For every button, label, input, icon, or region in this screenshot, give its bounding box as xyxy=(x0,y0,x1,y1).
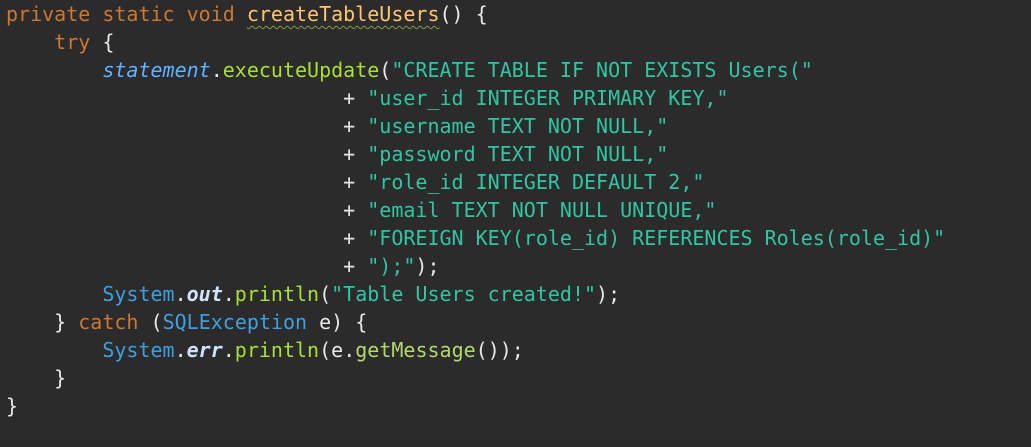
close-call: ); xyxy=(596,282,621,306)
code-editor[interactable]: private static void createTableUsers() {… xyxy=(0,0,1031,447)
code-line-10: + ");"); xyxy=(6,252,945,280)
execute-update-call: executeUpdate xyxy=(222,58,380,82)
catch-end: ) { xyxy=(331,310,368,334)
sql-string: "CREATE TABLE IF NOT EXISTS Users(" xyxy=(391,58,813,82)
sql-string: ");" xyxy=(367,254,416,278)
brace-close: } xyxy=(54,366,67,390)
code-line-14: } xyxy=(6,364,945,392)
sql-string: "password TEXT NOT NULL," xyxy=(367,142,669,166)
sql-string: "email TEXT NOT NULL UNIQUE," xyxy=(367,198,717,222)
code-line-8: + "email TEXT NOT NULL UNIQUE," xyxy=(6,196,945,224)
concat-operator: + xyxy=(343,114,356,138)
code-line-15: } xyxy=(6,392,945,420)
brace-close: } xyxy=(54,310,67,334)
system-class: System xyxy=(102,282,175,306)
method-modifiers: private static void xyxy=(6,2,235,26)
code-line-2: try { xyxy=(6,28,945,56)
exception-class: SQLException xyxy=(162,310,308,334)
exception-var: e xyxy=(331,338,344,362)
brace-close: } xyxy=(6,394,19,418)
concat-operator: + xyxy=(343,170,356,194)
code-line-5: + "username TEXT NOT NULL," xyxy=(6,112,945,140)
code-line-12: } catch (SQLException e) { xyxy=(54,310,368,334)
code-block[interactable]: private static void createTableUsers() {… xyxy=(6,0,945,420)
code-line-11: System.out.println("Table Users created!… xyxy=(102,282,621,306)
err-field: err xyxy=(186,338,223,362)
try-keyword: try xyxy=(54,30,91,54)
code-line-6: + "password TEXT NOT NULL," xyxy=(6,140,945,168)
code-line-7: + "role_id INTEGER DEFAULT 2," xyxy=(6,168,945,196)
concat-operator: + xyxy=(343,142,356,166)
sql-string: "user_id INTEGER PRIMARY KEY," xyxy=(367,86,729,110)
catch-keyword: catch xyxy=(78,310,139,334)
open-paren: ( xyxy=(379,58,392,82)
method-name[interactable]: createTableUsers xyxy=(247,2,440,26)
sql-string: "FOREIGN KEY(role_id) REFERENCES Roles(r… xyxy=(367,226,946,250)
close-call: ()); xyxy=(475,338,524,362)
get-message-call: getMessage xyxy=(355,338,476,362)
concat-operator: + xyxy=(343,86,356,110)
close-call: ); xyxy=(415,254,440,278)
method-params: () { xyxy=(439,2,488,26)
code-line-13: System.err.println(e.getMessage()); xyxy=(102,338,524,362)
sql-string: "username TEXT NOT NULL," xyxy=(367,114,669,138)
code-line-3: statement.executeUpdate("CREATE TABLE IF… xyxy=(102,58,813,82)
code-line-1: private static void createTableUsers() { xyxy=(6,0,945,28)
concat-operator: + xyxy=(343,198,356,222)
println-call: println xyxy=(234,338,320,362)
code-line-4: + "user_id INTEGER PRIMARY KEY," xyxy=(6,84,945,112)
statement-field: statement xyxy=(102,58,211,82)
out-field: out xyxy=(186,282,223,306)
sql-string: "role_id INTEGER DEFAULT 2," xyxy=(367,170,705,194)
brace-open: { xyxy=(102,30,115,54)
exception-var: e xyxy=(319,310,332,334)
println-call: println xyxy=(234,282,320,306)
concat-operator: + xyxy=(343,254,356,278)
message-string: "Table Users created!" xyxy=(331,282,597,306)
system-class: System xyxy=(102,338,175,362)
concat-operator: + xyxy=(343,226,356,250)
code-line-9: + "FOREIGN KEY(role_id) REFERENCES Roles… xyxy=(6,224,945,252)
